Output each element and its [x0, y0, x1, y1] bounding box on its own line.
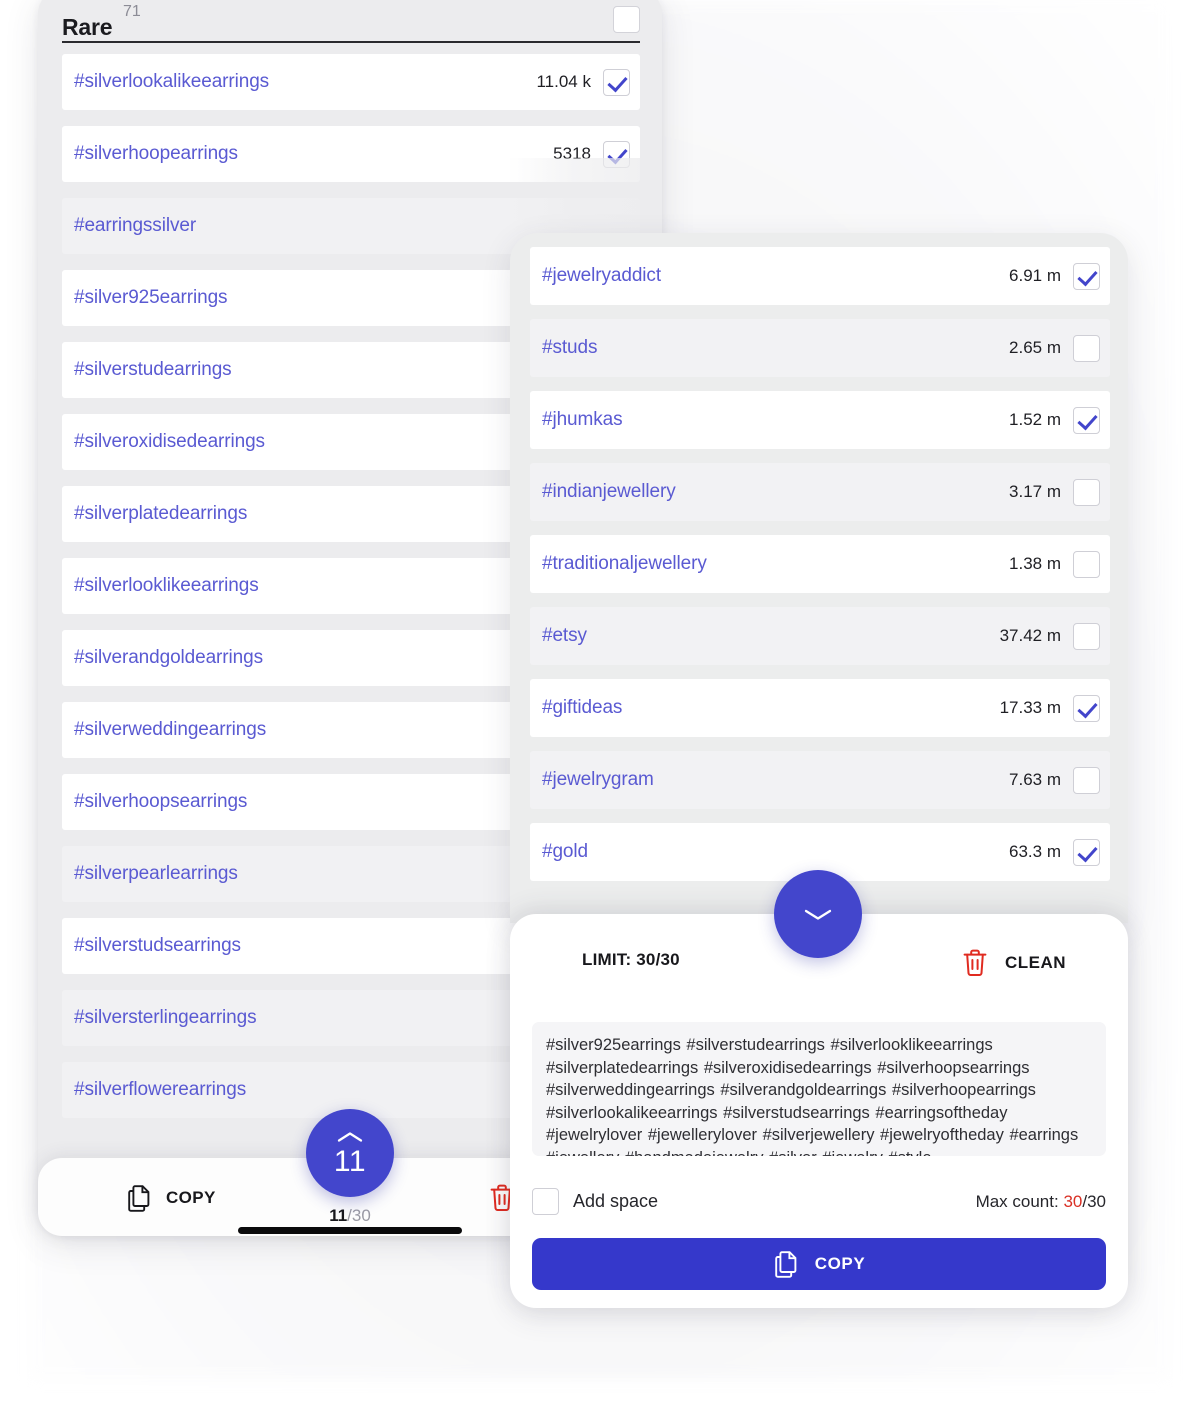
hashtag-count: 7.63 m [1009, 770, 1061, 789]
hashtag-label: #silverlookalikeearrings [74, 71, 270, 92]
rare-count-badge: 71 [123, 3, 141, 20]
max-count-label: Max count: 30/30 [976, 1192, 1106, 1212]
hashtag-label: #silveroxidisedearrings [74, 431, 265, 452]
hashtag-count: 17.33 m [999, 698, 1061, 717]
hashtag-label: #silverlooklikeearrings [74, 575, 259, 596]
left-copy-label: COPY [166, 1188, 216, 1207]
sheet-copy-button[interactable]: COPY [532, 1238, 1106, 1290]
page-title: Rare [62, 14, 113, 40]
hashtag-row[interactable]: #indianjewellery 3.17 m [530, 463, 1110, 521]
hashtag-checkbox[interactable] [1073, 550, 1100, 578]
hashtag-count: 63.3 m [1009, 842, 1061, 861]
hashtag-count: 37.42 m [999, 626, 1061, 645]
hashtag-row[interactable]: #jhumkas 1.52 m [530, 391, 1110, 449]
hashtag-row[interactable]: #traditionaljewellery 1.38 m [530, 535, 1110, 593]
hashtag-row[interactable]: #jewelrygram 7.63 m [530, 751, 1110, 809]
hashtag-label: #silverhoopearrings [74, 143, 238, 164]
hashtag-checkbox[interactable] [1073, 622, 1100, 650]
hashtag-row[interactable]: #studs 2.65 m [530, 319, 1110, 377]
max-count-total: /30 [1082, 1192, 1106, 1211]
popular-hashtags-panel: #jewelryaddict 6.91 m #studs 2.65 m #jhumkas… [510, 233, 1128, 923]
rare-panel-header: Rare 71 [38, 0, 662, 52]
hashtag-checkbox[interactable] [1073, 406, 1100, 434]
hashtag-row[interactable]: #etsy 37.42 m [530, 607, 1110, 665]
scroll-up-fab[interactable]: 11 [306, 1109, 394, 1197]
hashtag-count: 1.52 m [1009, 410, 1061, 429]
max-count-text: Max count: [975, 1192, 1064, 1211]
left-counter-num: 11 [329, 1206, 348, 1225]
max-count-value: 30 [1063, 1192, 1083, 1211]
add-space-checkbox[interactable] [532, 1188, 559, 1215]
hashtag-row[interactable]: #giftideas 17.33 m [530, 679, 1110, 737]
copy-icon [773, 1250, 799, 1278]
trash-icon [961, 948, 989, 978]
chevron-up-icon [335, 1129, 365, 1145]
hashtag-checkbox[interactable] [1073, 838, 1100, 866]
chevron-down-icon [801, 905, 835, 923]
left-counter-den: /30 [347, 1206, 371, 1225]
hashtag-label: #silver925earrings [74, 287, 228, 308]
hashtag-count: 1.38 m [1009, 554, 1061, 573]
hashtag-count: 2.65 m [1009, 338, 1061, 357]
hashtag-label: #indianjewellery [542, 481, 676, 502]
header-divider [62, 41, 640, 43]
add-space-label: Add space [573, 1191, 659, 1211]
hashtag-checkbox[interactable] [1073, 766, 1100, 794]
home-indicator [238, 1227, 462, 1234]
hashtag-row[interactable]: #silverhoopearrings 5318 [62, 126, 640, 182]
hashtag-label: #jewelryaddict [542, 265, 661, 286]
hashtag-label: #silverweddingearrings [74, 719, 267, 740]
hashtag-label: #gold [542, 841, 588, 862]
hashtag-label: #silverplatedearrings [74, 503, 248, 524]
hashtag-checkbox[interactable] [1073, 694, 1100, 722]
hashtag-checkbox[interactable] [1073, 334, 1100, 362]
hashtag-label: #silverhoopsearrings [74, 791, 248, 812]
hashtag-label: #jewelrygram [542, 769, 654, 790]
clean-label: CLEAN [1004, 953, 1066, 972]
hashtag-count: 3.17 m [1009, 482, 1061, 501]
limit-label: LIMIT: 30/30 [582, 950, 680, 969]
hashtag-label: #silverandgoldearrings [74, 647, 263, 668]
clean-button[interactable]: CLEAN [961, 948, 1066, 978]
hashtag-label: #silverstudsearrings [74, 935, 241, 956]
hashtag-row[interactable]: #silverlookalikeearrings 11.04 k [62, 54, 640, 110]
add-space-row[interactable]: Add space [532, 1188, 658, 1215]
hashtag-label: #traditionaljewellery [542, 553, 707, 574]
hashtag-label: #studs [542, 337, 598, 358]
hashtag-label: #giftideas [542, 697, 623, 718]
hashtag-label: #silversterlingearrings [74, 1007, 257, 1028]
selected-hashtags-text: #silver925earrings #silverstudearrings #… [546, 1036, 1079, 1156]
hashtag-count: 5318 [553, 144, 591, 163]
fab-selection-count: 11 [333, 1145, 367, 1178]
hashtag-label: #etsy [542, 625, 587, 646]
hashtag-label: #earringssilver [74, 215, 197, 236]
hashtag-row[interactable]: #jewelryaddict 6.91 m [530, 247, 1110, 305]
selected-hashtags-textarea[interactable]: #silver925earrings #silverstudearrings #… [532, 1022, 1106, 1156]
hashtag-count: 6.91 m [1009, 266, 1061, 285]
hashtag-checkbox[interactable] [1073, 262, 1100, 290]
hashtag-label: #silverstudearrings [74, 359, 232, 380]
hashtag-count: 11.04 k [536, 72, 591, 91]
hashtag-basket-sheet: LIMIT: 30/30 CLEAN #silver925earrings #s… [510, 914, 1128, 1308]
hashtag-checkbox[interactable] [603, 140, 630, 168]
hashtag-checkbox[interactable] [603, 68, 630, 96]
collapse-sheet-fab[interactable] [774, 870, 862, 958]
hashtag-checkbox[interactable] [1073, 478, 1100, 506]
select-all-checkbox[interactable] [613, 6, 640, 33]
hashtag-label: #jhumkas [542, 409, 623, 430]
hashtag-label: #silverflowerearrings [74, 1079, 247, 1100]
hashtag-label: #silverpearlearrings [74, 863, 238, 884]
sheet-copy-label: COPY [814, 1254, 866, 1273]
